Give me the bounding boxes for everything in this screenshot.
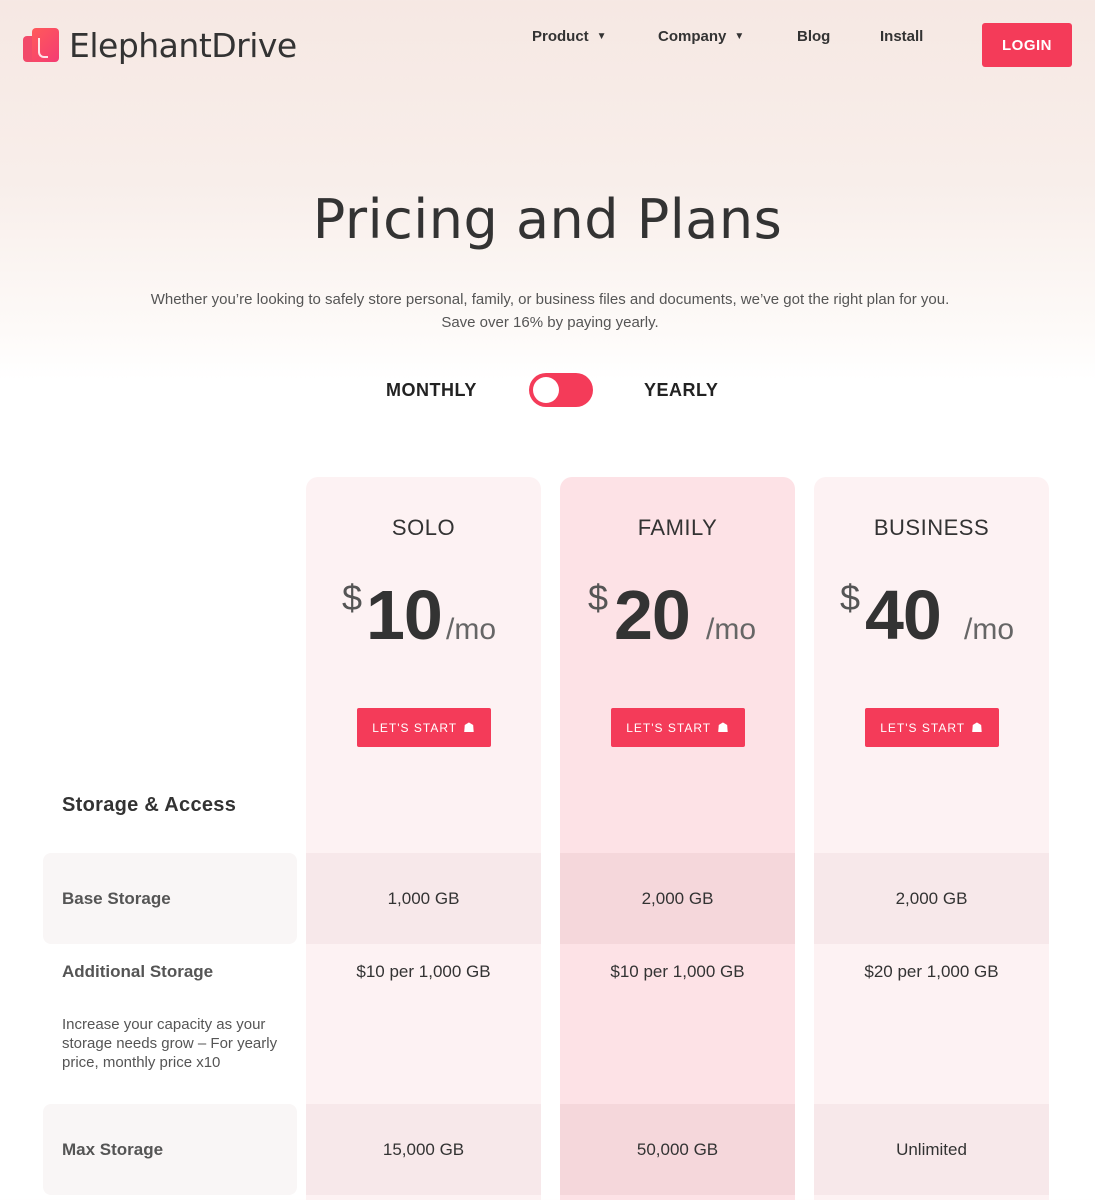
yearly-label[interactable]: YEARLY	[644, 380, 718, 401]
button-label: LET'S START	[880, 720, 966, 735]
table-cell: 2,000 GB	[641, 889, 714, 908]
plan-name: FAMILY	[637, 515, 718, 540]
chevron-down-icon: ▼	[734, 30, 745, 42]
nav-product-label: Product	[532, 27, 589, 45]
subtitle-line-1: Whether you’re looking to safely store p…	[150, 291, 950, 308]
billing-toggle-row: MONTHLY YEARLY	[0, 373, 1095, 407]
table-cell: 50,000 GB	[636, 1140, 719, 1159]
nav-company-label: Company	[658, 27, 727, 45]
price-amount: 20	[614, 576, 691, 654]
feature-label-base-storage: Base Storage	[62, 889, 171, 908]
billing-period-toggle[interactable]	[529, 373, 593, 407]
brand-logo[interactable]: ElephantDrive	[23, 26, 297, 65]
table-cell: $10 per 1,000 GB	[356, 962, 491, 981]
lets-start-button-business[interactable]: LET'S START ☗	[865, 708, 999, 747]
price-period: /mo	[706, 613, 757, 646]
price-currency: $	[588, 577, 609, 618]
plan-price: $ 40 /mo	[814, 575, 1049, 655]
page-title: Pricing and Plans	[312, 188, 783, 251]
home-icon: ☗	[971, 719, 984, 735]
table-cell: 15,000 GB	[382, 1140, 465, 1159]
elephantdrive-logo-icon	[23, 27, 59, 64]
nav-install[interactable]: Install	[880, 28, 923, 45]
nav-company[interactable]: Company ▼	[658, 28, 744, 45]
table-cell: $20 per 1,000 GB	[864, 962, 999, 981]
lets-start-button-solo[interactable]: LET'S START ☗	[357, 708, 491, 747]
price-currency: $	[342, 577, 363, 618]
page-subtitle: Whether you’re looking to safely store p…	[0, 288, 1095, 334]
feature-label-max-storage: Max Storage	[62, 1140, 164, 1159]
toggle-knob	[533, 377, 559, 403]
site-header: ElephantDrive Product ▼ Company ▼ Blog I…	[0, 0, 1095, 90]
lets-start-button-family[interactable]: LET'S START ☗	[611, 708, 745, 747]
monthly-label[interactable]: MONTHLY	[386, 380, 477, 401]
price-period: /mo	[446, 613, 497, 646]
plan-price: $ 20 /mo	[560, 575, 795, 655]
price-amount: 10	[366, 576, 443, 654]
plan-name: SOLO	[391, 515, 456, 540]
table-cell: $10 per 1,000 GB	[610, 962, 745, 981]
price-amount: 40	[865, 576, 942, 654]
plan-price: $ 10 /mo	[306, 575, 541, 655]
plan-card-solo: SOLO $ 10 /mo LET'S START ☗	[306, 477, 541, 1200]
table-cell: Unlimited	[896, 1140, 967, 1159]
subtitle-line-2: Save over 16% by paying yearly.	[441, 314, 659, 331]
table-cell: 1,000 GB	[387, 889, 460, 908]
button-label: LET'S START	[626, 720, 712, 735]
feature-description-additional-storage: Increase your capacity as your storage n…	[62, 1016, 278, 1071]
login-button[interactable]: LOGIN	[982, 23, 1072, 67]
plan-name: BUSINESS	[873, 515, 990, 540]
home-icon: ☗	[463, 719, 476, 735]
button-label: LET'S START	[372, 720, 458, 735]
chevron-down-icon: ▼	[596, 30, 607, 42]
plan-card-family: FAMILY $ 20 /mo LET'S START ☗	[560, 477, 795, 1200]
nav-product[interactable]: Product ▼	[532, 28, 607, 45]
nav-blog[interactable]: Blog	[797, 28, 830, 45]
plan-card-business: BUSINESS $ 40 /mo LET'S START ☗	[814, 477, 1049, 1200]
table-cell: 2,000 GB	[895, 889, 968, 908]
feature-label-additional-storage: Additional Storage	[62, 962, 214, 981]
price-currency: $	[840, 577, 861, 618]
brand-name: ElephantDrive	[69, 26, 297, 65]
section-heading-storage-access: Storage & Access	[62, 794, 237, 816]
home-icon: ☗	[717, 719, 730, 735]
price-period: /mo	[964, 613, 1015, 646]
